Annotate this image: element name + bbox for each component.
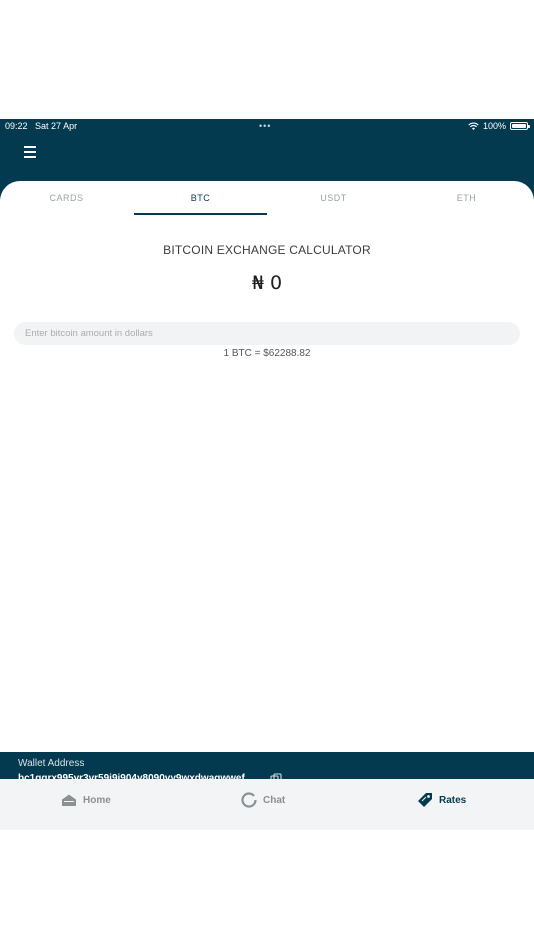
currency-tabs: CARDS BTC USDT ETH: [0, 181, 534, 215]
hamburger-menu-icon[interactable]: [22, 146, 38, 160]
multitasking-dots[interactable]: •••: [259, 119, 271, 133]
rates-content: CARDS BTC USDT ETH BITCOIN EXCHANGE CALC…: [0, 181, 534, 756]
naira-result: ₦ 0: [251, 272, 283, 294]
nav-rates-label: Rates: [439, 794, 467, 806]
wallet-label: Wallet Address: [18, 758, 85, 769]
status-time: 09:22 Sat 27 Apr: [5, 119, 77, 133]
nav-rates[interactable]: Rates: [417, 791, 466, 809]
calculator-title: BITCOIN EXCHANGE CALCULATOR: [163, 243, 371, 257]
nav-home[interactable]: Home: [61, 791, 111, 809]
nav-home-label: Home: [83, 794, 111, 806]
status-right: 100%: [468, 119, 530, 133]
tab-usdt[interactable]: USDT: [267, 181, 400, 215]
wallet-banner: Wallet Address bc1qgrx995yr3vr59i9i904y8…: [0, 752, 534, 779]
wifi-icon: [468, 122, 479, 130]
battery-icon: [510, 122, 530, 130]
bottom-navigation: Home Chat Rates: [0, 779, 534, 830]
tab-btc[interactable]: BTC: [134, 181, 267, 215]
tab-cards[interactable]: CARDS: [0, 181, 133, 215]
tag-icon: [418, 793, 432, 807]
page: 09:22 Sat 27 Apr ••• 100% CARDS BTC USDT: [0, 0, 534, 950]
status-date: Sat 27 Apr: [35, 121, 78, 131]
nav-chat[interactable]: Chat: [241, 791, 285, 809]
exchange-rate: 1 BTC = $62288.82: [223, 348, 311, 359]
status-bar: 09:22 Sat 27 Apr ••• 100%: [0, 119, 534, 133]
tab-eth[interactable]: ETH: [400, 181, 533, 215]
battery-percent: 100%: [482, 121, 506, 131]
chat-icon: [241, 792, 257, 808]
home-icon: [61, 793, 77, 806]
status-clock: 09:22: [5, 121, 28, 131]
nav-chat-label: Chat: [263, 794, 286, 806]
bitcoin-amount-input[interactable]: [14, 322, 520, 345]
